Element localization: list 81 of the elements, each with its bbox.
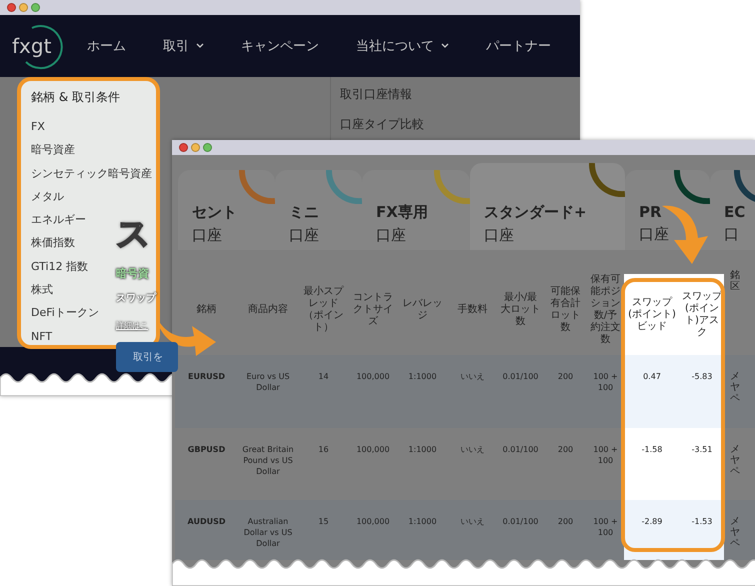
trade-button[interactable]: 取引を (116, 342, 178, 372)
column-header: 保有可能ポジション数/予約注文数 (590, 274, 622, 346)
table-cell-text: 100,000 (355, 371, 391, 383)
table-cell-text: 100,000 (355, 516, 391, 528)
table-cell-text: 0.01/100 (502, 444, 540, 456)
nav-item[interactable]: キャンペーン (241, 37, 319, 55)
table-cell: 0.47 (624, 355, 680, 428)
column-header: 手数料 (456, 304, 488, 316)
table-cell-text: いいえ (460, 371, 486, 383)
table-cell-text: メヤペ (729, 443, 741, 479)
table-cell-text: 1:1000 (407, 371, 438, 383)
hero-text: スワップ (116, 291, 156, 305)
account-tab[interactable]: EC 口 (710, 170, 755, 250)
table-cell-text: GBPUSD (186, 444, 226, 456)
minimize-button[interactable] (191, 143, 200, 152)
table-cell: -3.51 (680, 428, 724, 500)
column-header: 銘区 (729, 270, 741, 292)
table-cell-text: メヤペ (729, 370, 741, 406)
menu-item[interactable]: 暗号資産 (31, 143, 75, 158)
column-header: コントラクトサイズ (352, 292, 394, 328)
table-cell-text: 1:1000 (407, 444, 438, 456)
table-cell-text: 0.01/100 (502, 371, 540, 383)
table-cell-text: Euro vs US Dollar (245, 371, 291, 394)
menu-item[interactable]: FX (31, 120, 45, 134)
menu-item[interactable]: DeFiトークン (31, 306, 99, 320)
menu-item[interactable]: NFT (31, 330, 52, 344)
menu-item[interactable]: シンセティック暗号資産 (31, 166, 152, 181)
menu-item[interactable]: 取引口座情報 (340, 87, 424, 102)
table-cell: -2.89 (624, 500, 680, 560)
table-cell-text: Australian Dollar vs US Dollar (242, 516, 294, 550)
menu-item[interactable]: エネルギー (31, 213, 86, 228)
account-tab[interactable]: FX専用 口座 (362, 170, 470, 250)
logo[interactable]: fxgt (12, 34, 52, 58)
table-cell-text: 14 (317, 371, 330, 383)
minimize-button[interactable] (19, 3, 28, 12)
menu-item[interactable]: 口座タイプ比較 (340, 117, 424, 132)
menu-heading: 銘柄 & 取引条件 (31, 89, 121, 106)
maximize-button[interactable] (31, 3, 40, 12)
table-cell-text: いいえ (460, 516, 486, 528)
table-cell-text: EURUSD (186, 371, 226, 383)
account-tab[interactable]: PR 口座 (625, 170, 710, 250)
table-cell-text: 200 (556, 444, 574, 456)
nav-item[interactable]: 取引 (163, 37, 204, 55)
table-cell-text: 15 (317, 516, 330, 528)
column-header: レバレッジ (402, 298, 444, 322)
table-cell-text: 100 + 100 (592, 444, 619, 467)
column-header: 最小/最大ロット数 (500, 292, 542, 328)
account-tab[interactable]: セント 口座 (178, 170, 275, 250)
table-cell-text: 200 (556, 371, 574, 383)
column-header: 商品内容 (247, 304, 289, 316)
close-button[interactable] (179, 143, 188, 152)
table-cell-text: いいえ (460, 444, 486, 456)
account-tab[interactable]: スタンダード+ 口座 (470, 163, 625, 250)
column-header: 可能保有合計ロット数 (550, 286, 582, 334)
table-cell-text: メヤペ (729, 515, 741, 551)
table-cell-text: 200 (556, 516, 574, 528)
table-cell-text: Great Britain Pound vs US Dollar (241, 444, 295, 478)
menu-item[interactable]: 株価指数 (31, 236, 75, 250)
menu-item[interactable]: 株式 (31, 283, 53, 298)
menu-item[interactable]: GTi12 指数 (31, 260, 88, 274)
table-cell-text: 1:1000 (407, 516, 438, 528)
column-header: スワップ(ポイント)ビッド (624, 274, 680, 355)
table-cell: -1.58 (624, 428, 680, 500)
table-cell-text: 16 (317, 444, 330, 456)
table-cell-text: 100 + 100 (592, 371, 619, 394)
menu-item[interactable]: メタル (31, 190, 64, 204)
hero-subtitle: 暗号資 (116, 266, 149, 281)
table-cell-text: AUDUSD (186, 516, 226, 528)
column-header: 最小スプレッド（ポイント） (302, 286, 345, 334)
nav-item[interactable]: 当社について (356, 37, 449, 55)
close-button[interactable] (7, 3, 16, 12)
maximize-button[interactable] (203, 143, 212, 152)
table-cell: -5.83 (680, 355, 724, 428)
nav-item[interactable]: パートナー (486, 37, 551, 55)
table-cell-text: 100 + 100 (592, 516, 619, 539)
table-cell-text: 100,000 (355, 444, 391, 456)
nav-item[interactable]: ホーム (87, 37, 126, 55)
table-cell-text: 0.01/100 (502, 516, 540, 528)
column-header: 銘柄 (196, 304, 218, 316)
hero-title: ス (116, 213, 151, 256)
account-tab[interactable]: ミニ 口座 (275, 170, 362, 250)
